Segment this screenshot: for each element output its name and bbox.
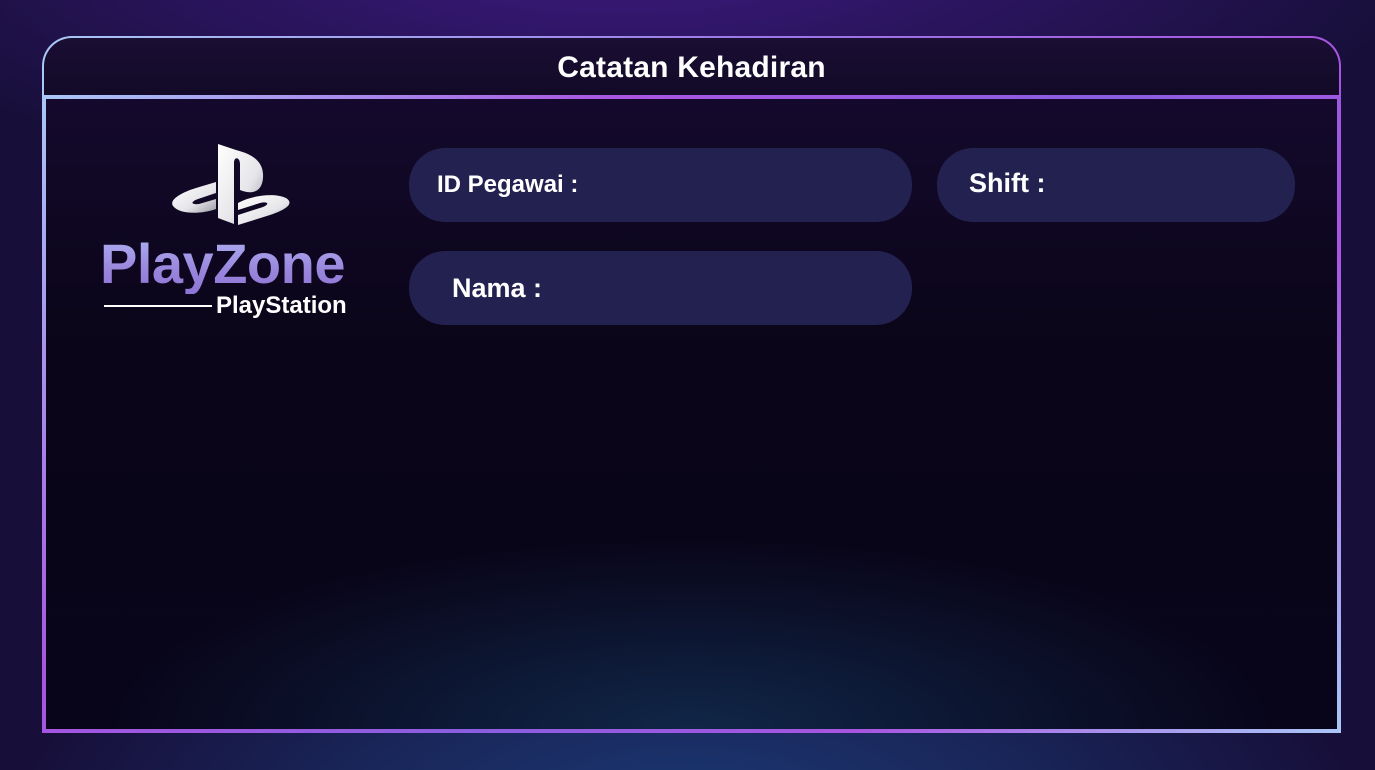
employee-id-field[interactable]: ID Pegawai : [409, 148, 912, 222]
playstation-logo-icon [172, 144, 290, 225]
name-field[interactable]: Nama : [409, 251, 912, 325]
shift-field[interactable]: Shift : [937, 148, 1295, 222]
brand-subtitle: PlayStation [216, 292, 347, 319]
page-header: Catatan Kehadiran [42, 36, 1341, 98]
brand-divider [104, 305, 212, 307]
playzone-logo: PlayZone PlayStation [100, 142, 366, 322]
brand-name: PlayZone [100, 232, 345, 295]
page-title: Catatan Kehadiran [557, 51, 826, 84]
name-label: Nama : [452, 272, 543, 303]
employee-id-label: ID Pegawai : [437, 171, 579, 198]
shift-label: Shift : [969, 167, 1046, 198]
